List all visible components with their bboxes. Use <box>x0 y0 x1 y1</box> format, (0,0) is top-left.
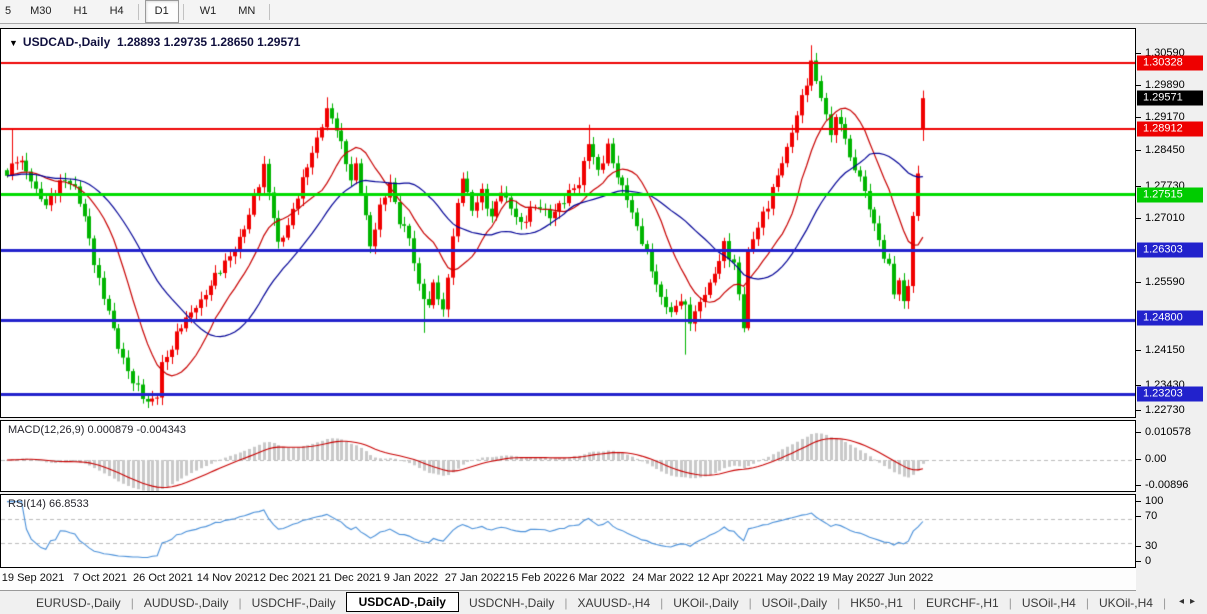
date-axis-label: 19 May 2022 <box>817 572 881 584</box>
tab-separator: | <box>1163 596 1166 610</box>
chart-title: ▼ USDCAD-,Daily 1.28893 1.29735 1.28650 1… <box>9 35 300 49</box>
timeframe-toolbar: 5M30H1H4 D1 W1MN <box>0 0 1207 24</box>
axis-tick-mark <box>1136 485 1141 486</box>
price-axis-label: 1.24150 <box>1145 344 1185 356</box>
price-axis-label: 0.00 <box>1145 453 1166 465</box>
timeframe-button-w1[interactable]: W1 <box>190 0 227 23</box>
price-line-badge-red: 1.28912 <box>1137 122 1203 137</box>
price-chart-canvas <box>1 29 1135 417</box>
tab-scroll-right-icon[interactable]: ▸ <box>1190 596 1201 607</box>
date-axis-label: 12 Apr 2022 <box>697 572 756 584</box>
price-axis: 1.305901.303281.298901.295711.291701.289… <box>1136 28 1207 568</box>
timeframe-button-d1[interactable]: D1 <box>145 0 179 23</box>
chart-tab-eurchf-h1[interactable]: EURCHF-,H1 <box>916 594 1009 612</box>
date-axis-label: 1 May 2022 <box>757 572 814 584</box>
toolbar-separator <box>269 4 270 20</box>
axis-tick-mark <box>1136 282 1141 283</box>
timeframe-button-h1[interactable]: H1 <box>64 0 98 23</box>
axis-tick-mark <box>1136 516 1141 517</box>
axis-tick-mark <box>1136 432 1141 433</box>
date-axis: 19 Sep 2021 7 Oct 2021 26 Oct 2021 14 Nov 2… <box>0 568 1136 591</box>
axis-tick-mark <box>1136 53 1141 54</box>
timeframe-button-5[interactable]: 5 <box>2 0 18 23</box>
date-axis-label: 6 Mar 2022 <box>569 572 625 584</box>
price-line-badge-blue: 1.26303 <box>1137 243 1203 258</box>
price-line-badge-green: 1.27515 <box>1137 188 1203 203</box>
price-chart-pane: ▼ USDCAD-,Daily 1.28893 1.29735 1.28650 1… <box>0 28 1136 418</box>
date-axis-label: 19 Sep 2021 <box>2 572 64 584</box>
chart-tab-audusd-daily[interactable]: AUDUSD-,Daily <box>134 594 239 612</box>
price-axis-label: 1.28450 <box>1145 144 1185 156</box>
date-axis-label: 21 Dec 2021 <box>319 572 381 584</box>
axis-tick-mark <box>1136 85 1141 86</box>
date-axis-label: 7 Oct 2021 <box>73 572 127 584</box>
price-axis-label: 0.010578 <box>1145 426 1191 438</box>
date-axis-label: 9 Jan 2022 <box>384 572 438 584</box>
price-line-badge-blue: 1.24800 <box>1137 311 1203 326</box>
date-axis-label: 14 Nov 2021 <box>197 572 259 584</box>
axis-tick-mark <box>1136 501 1141 502</box>
axis-tick-mark <box>1136 350 1141 351</box>
chart-tab-usdchf-daily[interactable]: USDCHF-,Daily <box>242 594 346 612</box>
price-axis-label: 1.22730 <box>1145 404 1185 416</box>
macd-indicator-pane: MACD(12,26,9) 0.000879 -0.004343 <box>0 420 1136 492</box>
chart-tab-usdcnh-daily[interactable]: USDCNH-,Daily <box>459 594 564 612</box>
chart-dropdown-icon[interactable]: ▼ <box>9 38 18 48</box>
chart-tab-ukoil-daily[interactable]: UKOil-,Daily <box>663 594 748 612</box>
price-axis-label: 1.27010 <box>1145 212 1185 224</box>
chart-tab-ukoil-h4[interactable]: UKOil-,H4 <box>1089 594 1163 612</box>
tab-scroll-left-icon[interactable]: ◂ <box>1179 596 1190 607</box>
chart-symbol-label: USDCAD-,Daily <box>23 35 110 49</box>
price-axis-label: 30 <box>1145 540 1157 552</box>
toolbar-separator <box>138 4 139 20</box>
timeframe-button-mn[interactable]: MN <box>228 0 265 23</box>
date-axis-label: 15 Feb 2022 <box>506 572 568 584</box>
chart-tab-eurusd-daily[interactable]: EURUSD-,Daily <box>26 594 131 612</box>
price-line-badge-blue: 1.23203 <box>1137 387 1203 402</box>
price-line-badge-black: 1.29571 <box>1137 91 1203 106</box>
timeframe-button-h4[interactable]: H4 <box>100 0 134 23</box>
rsi-indicator-pane: RSI(14) 66.8533 <box>0 494 1136 568</box>
axis-tick-mark <box>1136 117 1141 118</box>
chart-tab-hk50-h1[interactable]: HK50-,H1 <box>840 594 913 612</box>
axis-tick-mark <box>1136 546 1141 547</box>
axis-tick-mark <box>1136 218 1141 219</box>
rsi-label: RSI(14) 66.8533 <box>8 498 89 510</box>
chart-ohlc-values: 1.28893 1.29735 1.28650 1.29571 <box>117 35 301 49</box>
chart-tab-xauusd-h4[interactable]: XAUUSD-,H4 <box>567 594 660 612</box>
toolbar-separator <box>183 4 184 20</box>
price-axis-label: 1.25590 <box>1145 276 1185 288</box>
tab-scroll-arrows: ◂▸ <box>1179 596 1201 607</box>
chart-tab-usoil-h4[interactable]: USOil-,H4 <box>1012 594 1086 612</box>
timeframe-button-m30[interactable]: M30 <box>20 0 61 23</box>
price-axis-label: -0.00896 <box>1145 479 1188 491</box>
axis-tick-mark <box>1136 459 1141 460</box>
trading-terminal-window: 5M30H1H4 D1 W1MN ▼ USDCAD-,Daily 1.28893 1.… <box>0 0 1207 614</box>
chart-tab-usoil-daily[interactable]: USOil-,Daily <box>752 594 837 612</box>
axis-tick-mark <box>1136 561 1141 562</box>
date-axis-label: 2 Dec 2021 <box>260 572 316 584</box>
axis-tick-mark <box>1136 150 1141 151</box>
date-axis-label: 27 Jan 2022 <box>445 572 506 584</box>
rsi-canvas <box>1 495 1135 567</box>
date-axis-label: 7 Jun 2022 <box>879 572 933 584</box>
chart-tab-bar: EURUSD-,Daily|AUDUSD-,Daily|USDCHF-,Dail… <box>0 591 1207 614</box>
axis-tick-mark <box>1136 410 1141 411</box>
macd-label: MACD(12,26,9) 0.000879 -0.004343 <box>8 424 186 436</box>
price-axis-label: 1.29890 <box>1145 79 1185 91</box>
price-axis-label: 100 <box>1145 495 1163 507</box>
price-line-badge-red: 1.30328 <box>1137 56 1203 71</box>
price-axis-label: 0 <box>1145 555 1151 567</box>
price-axis-label: 70 <box>1145 510 1157 522</box>
date-axis-label: 24 Mar 2022 <box>632 572 694 584</box>
date-axis-label: 26 Oct 2021 <box>133 572 193 584</box>
chart-tab-usdcad-daily[interactable]: USDCAD-,Daily <box>346 592 459 612</box>
